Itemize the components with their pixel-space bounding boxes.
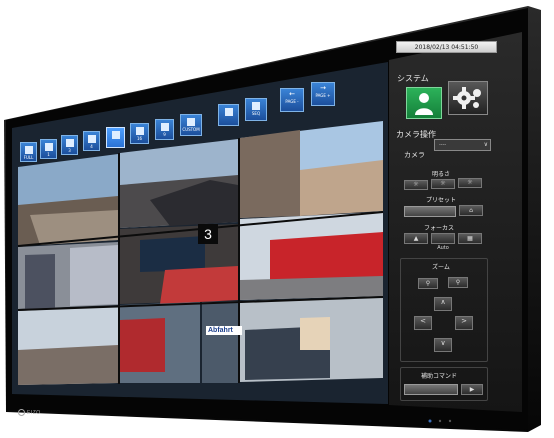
zoom-out-button[interactable]: ⚲: [418, 278, 438, 289]
system-heading: システム: [397, 74, 429, 83]
user-button[interactable]: [406, 87, 442, 119]
focus-near-button[interactable]: ▲: [404, 233, 428, 244]
aux-execute-button[interactable]: ▶: [461, 384, 483, 395]
datetime-text: 2018/02/13 04:51:50: [414, 44, 479, 51]
camera-label: カメラ: [404, 151, 425, 159]
brightness-down-button[interactable]: ☼: [404, 180, 428, 190]
arrow-right-icon: >: [461, 317, 467, 325]
aux-heading: 補助コマンド: [421, 373, 458, 380]
focus-far-icon: ▦: [467, 235, 473, 242]
brightness-up-button[interactable]: ☼: [458, 178, 482, 188]
preset-home-button[interactable]: ⌂: [459, 205, 483, 216]
arrow-up-icon: ∧: [440, 298, 446, 306]
zoom-heading: ズーム: [432, 264, 450, 271]
gear-icon: [453, 87, 481, 109]
camera-select-value: ----: [439, 142, 447, 148]
arrow-down-icon: ∨: [440, 339, 446, 347]
camera-overlay-number: 3: [198, 224, 218, 244]
monitor: EIZO FULL 1 3 4 16 9 CUSTOM SEQ ← PAGE -…: [0, 0, 554, 438]
brightness-low-icon: ☼: [413, 181, 419, 188]
arrow-left-icon: <: [420, 317, 426, 325]
settings-button[interactable]: [448, 81, 488, 115]
brightness-heading: 明るさ: [432, 171, 451, 178]
pan-left-button[interactable]: <: [414, 316, 432, 330]
brightness-reset-button[interactable]: ☼: [431, 179, 455, 189]
zoom-in-button[interactable]: ⚲: [448, 277, 468, 288]
camera-ops-heading: カメラ操作: [396, 130, 436, 139]
pan-down-button[interactable]: ∨: [434, 338, 452, 352]
focus-far-button[interactable]: ▦: [458, 233, 482, 244]
camera-sign-text: Abfahrt: [206, 326, 242, 335]
brightness-high-icon: ☼: [467, 179, 473, 186]
execute-icon: ▶: [469, 386, 475, 393]
pan-up-button[interactable]: ∧: [434, 297, 452, 311]
preset-select[interactable]: [404, 206, 456, 217]
zoom-out-icon: ⚲: [425, 280, 431, 287]
chevron-down-icon: ∨: [483, 141, 488, 148]
focus-auto-button[interactable]: Auto: [431, 233, 455, 251]
focus-auto-label: Auto: [437, 245, 449, 251]
camera-tile-9: [202, 301, 238, 383]
zoom-in-icon: ⚲: [455, 279, 461, 286]
pan-right-button[interactable]: >: [455, 316, 473, 330]
aux-command-select[interactable]: [404, 384, 458, 395]
user-icon: [415, 93, 433, 115]
datetime-display: 2018/02/13 04:51:50: [396, 41, 497, 53]
preset-heading: プリセット: [426, 197, 457, 204]
focus-near-icon: ▲: [413, 235, 419, 242]
focus-heading: フォーカス: [424, 225, 455, 232]
brightness-mid-icon: ☼: [440, 180, 446, 187]
home-icon: ⌂: [469, 207, 473, 214]
camera-select[interactable]: ---- ∨: [434, 139, 491, 151]
